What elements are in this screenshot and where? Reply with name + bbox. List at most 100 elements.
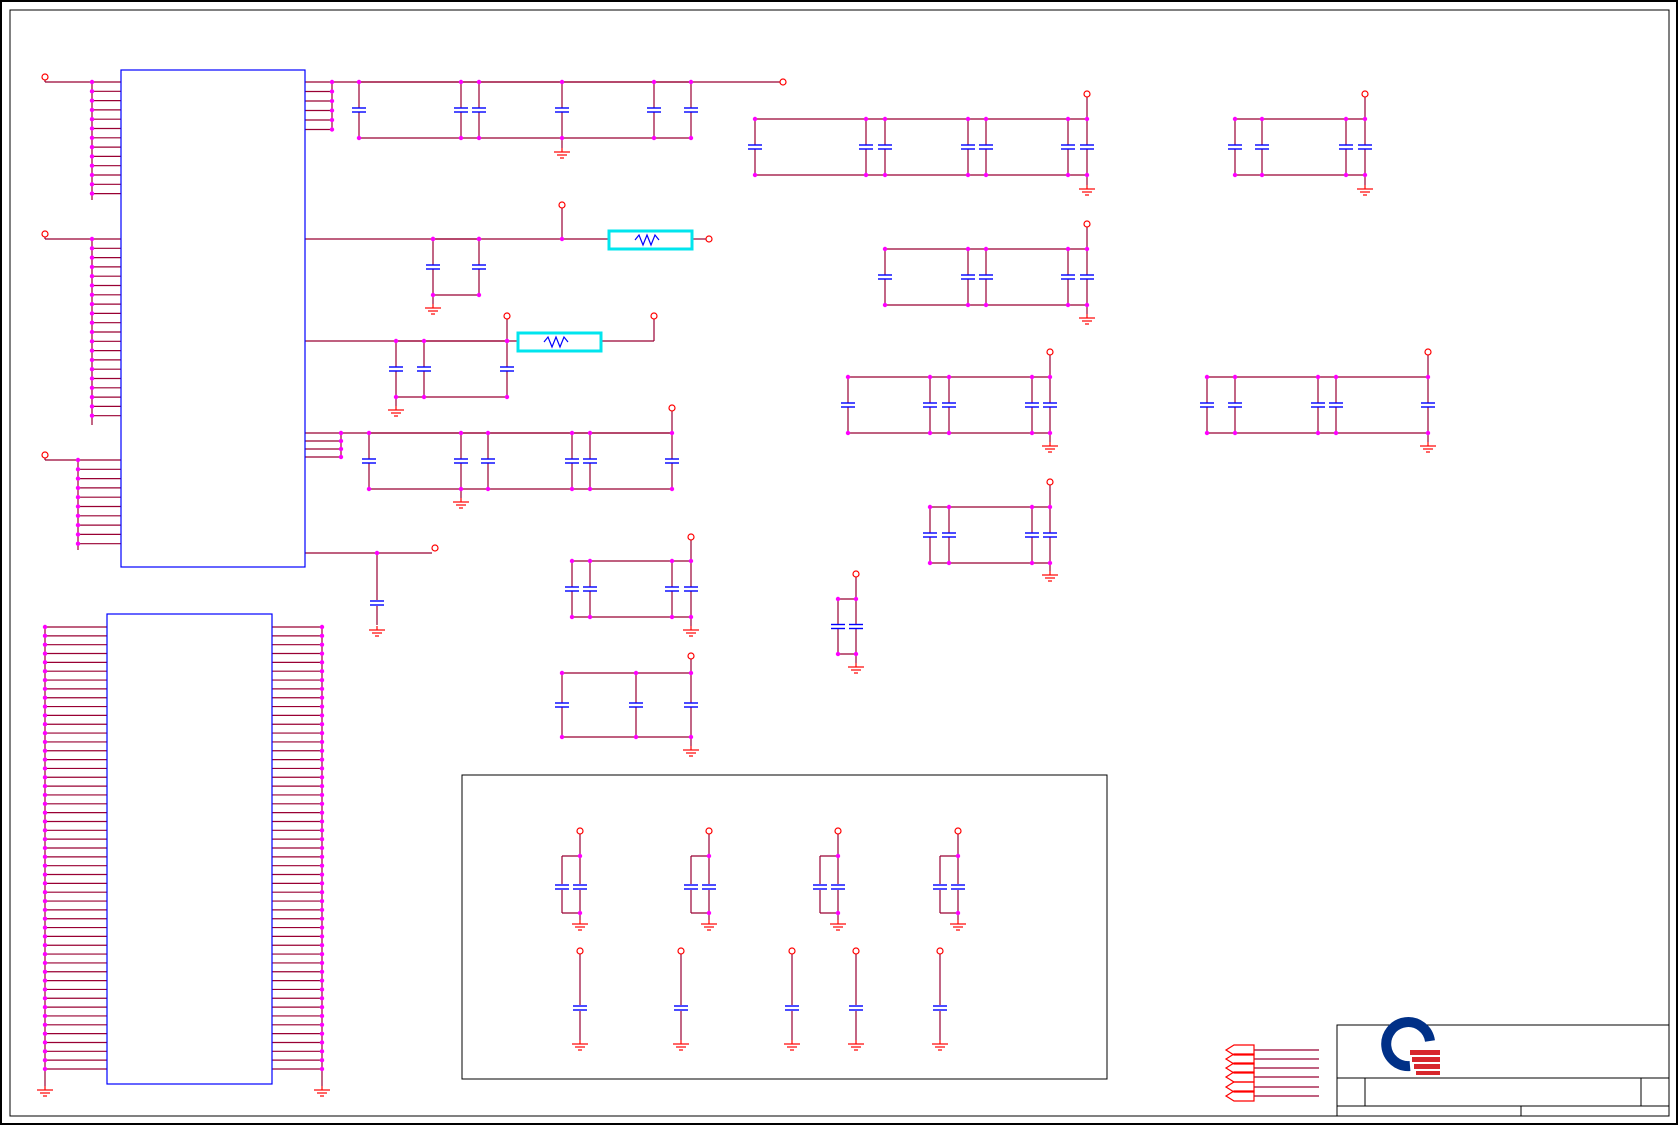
capacitor-icon[interactable] [859, 144, 873, 150]
junction-dot [965, 246, 971, 252]
capacitor-icon[interactable] [702, 884, 716, 890]
junction-dot [476, 292, 482, 298]
junction-dot [569, 486, 575, 492]
capacitor-icon[interactable] [481, 458, 495, 464]
capacitor-icon[interactable] [583, 586, 597, 592]
junction-dot [329, 127, 335, 132]
capacitor-icon[interactable] [684, 884, 698, 890]
capacitor-icon[interactable] [813, 884, 827, 890]
capacitor-icon[interactable] [1025, 402, 1039, 408]
capacitor-icon[interactable] [665, 458, 679, 464]
capacitor-icon[interactable] [1329, 402, 1343, 408]
capacitor-icon[interactable] [923, 532, 937, 538]
capacitor-icon[interactable] [665, 586, 679, 592]
junction-dot [89, 376, 95, 381]
capacitor-icon[interactable] [573, 1005, 587, 1011]
capacitor-icon[interactable] [1358, 144, 1372, 150]
capacitor-icon[interactable] [454, 107, 468, 113]
capacitor-icon[interactable] [1311, 402, 1325, 408]
capacitor-icon[interactable] [472, 264, 486, 270]
capacitor-icon[interactable] [1228, 402, 1242, 408]
capacitor-icon[interactable] [565, 458, 579, 464]
capacitor-icon[interactable] [647, 107, 661, 113]
power-pin-icon [936, 947, 944, 955]
capacitor-icon[interactable] [961, 274, 975, 280]
capacitor-icon[interactable] [454, 458, 468, 464]
capacitor-icon[interactable] [942, 402, 956, 408]
resistor-2[interactable] [516, 331, 603, 353]
capacitor-icon[interactable] [565, 586, 579, 592]
capacitor-icon[interactable] [1080, 274, 1094, 280]
capacitor-icon[interactable] [979, 144, 993, 150]
capacitor-icon[interactable] [370, 600, 384, 606]
capacitor-icon[interactable] [933, 884, 947, 890]
capacitor-icon[interactable] [555, 702, 569, 708]
capacitor-icon[interactable] [748, 144, 762, 150]
capacitor-icon[interactable] [1228, 144, 1242, 150]
junction-dot [955, 853, 961, 859]
junction-dot [633, 670, 639, 676]
junction-dot [89, 413, 95, 418]
capacitor-icon[interactable] [979, 274, 993, 280]
capacitor-icon[interactable] [629, 702, 643, 708]
capacitor-icon[interactable] [472, 107, 486, 113]
junction-dot [89, 385, 95, 390]
junction-dot [356, 135, 362, 141]
junction-dot [1343, 172, 1349, 178]
junction-dot [42, 783, 48, 789]
junction-dot [845, 374, 851, 380]
capacitor-icon[interactable] [1061, 274, 1075, 280]
junction-dot [319, 819, 325, 824]
capacitor-icon[interactable] [878, 274, 892, 280]
capacitor-icon[interactable] [923, 402, 937, 408]
capacitor-icon[interactable] [1080, 144, 1094, 150]
resistor-1[interactable] [607, 229, 694, 251]
capacitor-icon[interactable] [674, 1005, 688, 1011]
capacitor-icon[interactable] [555, 107, 569, 113]
capacitor-icon[interactable] [831, 623, 845, 630]
ground-icon [848, 1040, 864, 1051]
capacitor-icon[interactable] [583, 458, 597, 464]
capacitor-icon[interactable] [1255, 144, 1269, 150]
capacitor-icon[interactable] [684, 586, 698, 592]
capacitor-icon[interactable] [841, 402, 855, 408]
capacitor-icon[interactable] [555, 884, 569, 890]
power-pin-icon [1046, 478, 1054, 486]
junction-dot [89, 191, 95, 196]
capacitor-icon[interactable] [417, 366, 431, 372]
capacitor-icon[interactable] [1421, 402, 1435, 408]
capacitor-icon[interactable] [951, 884, 965, 890]
capacitor-icon[interactable] [1043, 402, 1057, 408]
junction-dot [587, 614, 593, 620]
junction-dot [1315, 374, 1321, 380]
capacitor-icon[interactable] [362, 458, 376, 464]
capacitor-icon[interactable] [352, 107, 366, 113]
capacitor-icon[interactable] [1339, 144, 1353, 150]
capacitor-icon[interactable] [878, 144, 892, 150]
ic-upper[interactable] [120, 69, 306, 568]
capacitor-icon[interactable] [426, 264, 440, 270]
junction-dot [42, 792, 48, 798]
capacitor-icon[interactable] [500, 366, 514, 372]
capacitor-icon[interactable] [785, 1005, 799, 1011]
capacitor-icon[interactable] [1043, 532, 1057, 538]
capacitor-icon[interactable] [849, 623, 863, 630]
wires-layer [44, 80, 1429, 1097]
capacitor-icon[interactable] [684, 702, 698, 708]
capacitor-icon[interactable] [961, 144, 975, 150]
capacitor-icon[interactable] [1025, 532, 1039, 538]
capacitor-icon[interactable] [831, 884, 845, 890]
junction-dot [89, 394, 95, 400]
capacitor-icon[interactable] [1200, 402, 1214, 408]
capacitor-icon[interactable] [1061, 144, 1075, 150]
power-pin-icon [41, 73, 49, 81]
capacitor-icon[interactable] [573, 884, 587, 890]
capacitor-icon[interactable] [389, 366, 403, 372]
junction-dot [75, 485, 81, 491]
junction-dot [42, 854, 48, 860]
capacitor-icon[interactable] [933, 1005, 947, 1011]
capacitor-icon[interactable] [942, 532, 956, 538]
capacitor-icon[interactable] [849, 1005, 863, 1011]
capacitor-icon[interactable] [684, 107, 698, 113]
ic-lower[interactable] [106, 613, 273, 1085]
